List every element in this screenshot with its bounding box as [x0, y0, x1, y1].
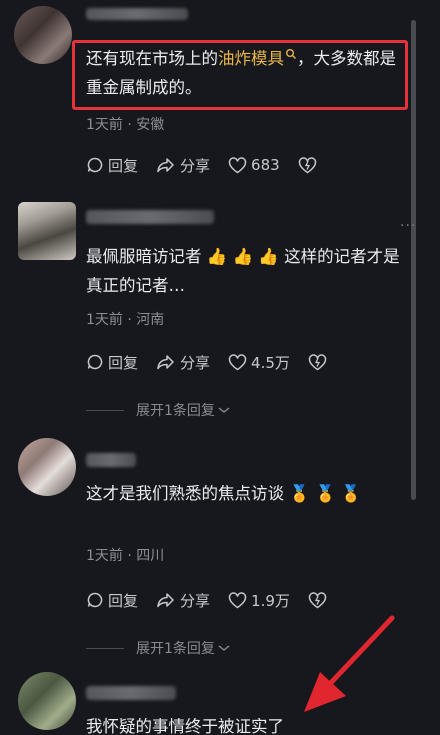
comment-actions: 回复 分享 1.9万	[86, 588, 349, 612]
share-button[interactable]: 分享	[156, 352, 210, 373]
dislike-icon	[308, 591, 327, 608]
comment-text: 最佩服暗访记者 👍 👍 👍 这样的记者才是真正的记者…	[86, 247, 400, 295]
like-count: 1.9万	[251, 591, 290, 610]
expand-replies-button[interactable]: 展开1条回复	[86, 400, 231, 420]
comment-text-part: 还有现在市场上的	[86, 49, 218, 68]
share-label: 分享	[180, 353, 211, 372]
dislike-icon	[298, 156, 316, 173]
dislike-button[interactable]	[308, 591, 331, 609]
like-count: 4.5万	[251, 353, 290, 372]
expand-replies-label: 展开1条回复	[136, 641, 215, 657]
expand-replies-label: 展开1条回复	[136, 403, 215, 419]
comment-meta: 1天前 · 安徽	[86, 117, 165, 133]
share-icon	[157, 593, 174, 608]
dislike-button[interactable]	[298, 156, 321, 174]
arrow-annotation	[304, 615, 395, 712]
chevron-down-icon	[218, 407, 230, 413]
username-blurred[interactable]	[86, 686, 176, 700]
like-button[interactable]: 1.9万	[228, 590, 290, 611]
username-blurred[interactable]	[86, 453, 136, 467]
comment-text: 这才是我们熟悉的焦点访谈 🏅 🏅 🏅	[86, 484, 362, 503]
reply-icon	[87, 354, 103, 370]
avatar[interactable]	[18, 438, 76, 496]
reply-label: 回复	[108, 156, 139, 175]
share-icon	[157, 355, 174, 370]
expand-replies-button[interactable]: 展开1条回复	[86, 638, 231, 658]
divider-line	[86, 409, 124, 411]
share-button[interactable]: 分享	[156, 155, 210, 176]
comment-meta: 1天前 · 河南	[86, 312, 165, 328]
heart-icon	[228, 156, 247, 173]
username-blurred[interactable]	[86, 210, 214, 224]
share-button[interactable]: 分享	[156, 590, 210, 611]
like-count: 683	[251, 156, 280, 174]
search-icon	[286, 49, 296, 59]
heart-icon	[228, 591, 247, 608]
dislike-button[interactable]	[308, 353, 331, 371]
username-blurred[interactable]	[86, 8, 188, 20]
more-options-button[interactable]: ···	[400, 218, 416, 234]
scrollbar[interactable]	[411, 20, 416, 500]
heart-icon	[228, 353, 247, 370]
avatar[interactable]	[14, 6, 72, 64]
reply-button[interactable]: 回复	[86, 352, 138, 373]
reply-label: 回复	[108, 591, 139, 610]
reply-icon	[87, 157, 103, 173]
reply-icon	[87, 592, 103, 608]
dislike-icon	[308, 353, 327, 370]
like-button[interactable]: 683	[228, 156, 280, 174]
like-button[interactable]: 4.5万	[228, 352, 290, 373]
keyword-link-label[interactable]: 油炸模具	[218, 49, 284, 68]
divider-line	[86, 647, 124, 649]
comment-meta: 1天前 · 四川	[86, 548, 165, 564]
reply-button[interactable]: 回复	[86, 590, 138, 611]
avatar[interactable]	[18, 672, 76, 730]
share-label: 分享	[180, 156, 211, 175]
keyword-link[interactable]: 油炸模具	[218, 49, 297, 68]
comment-actions: 回复 分享 4.5万	[86, 350, 349, 374]
share-icon	[157, 158, 174, 173]
reply-button[interactable]: 回复	[86, 155, 138, 176]
chevron-down-icon	[218, 645, 230, 651]
reply-label: 回复	[108, 353, 139, 372]
share-label: 分享	[180, 591, 211, 610]
avatar[interactable]	[18, 202, 76, 260]
comment-actions: 回复 分享 683	[86, 153, 339, 177]
comment-text: 还有现在市场上的油炸模具 ，大多数都是重金属制成的。	[86, 44, 398, 102]
